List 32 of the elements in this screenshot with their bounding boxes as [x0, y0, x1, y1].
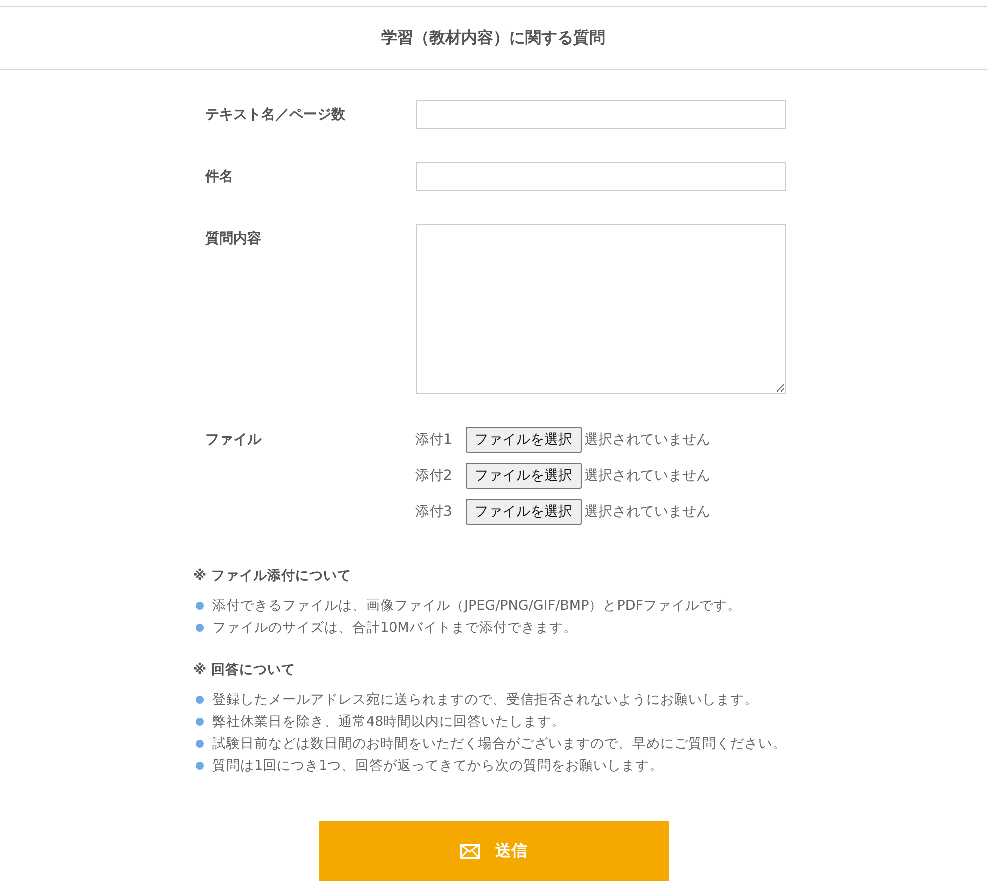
file-status: 選択されていません — [584, 467, 710, 485]
bullet-icon — [196, 602, 204, 610]
bullet-icon — [196, 718, 204, 726]
notes-heading: ※ 回答について — [194, 661, 296, 679]
bullet-icon — [196, 696, 204, 704]
note-text: 添付できるファイルは、画像ファイル（JPEG/PNG/GIF/BMP）とPDFファイルです。 — [212, 597, 742, 616]
note-text: ファイルのサイズは、合計10Mバイトまで添付できます。 — [212, 619, 578, 638]
file-status: 選択されていません — [584, 503, 710, 521]
field-label: ファイル — [206, 431, 262, 449]
choose-file-button[interactable]: ファイルを選択 — [466, 499, 582, 525]
field-label: 質問内容 — [206, 230, 262, 248]
choose-file-button[interactable]: ファイルを選択 — [466, 427, 582, 453]
mail-icon — [460, 844, 480, 858]
notes-heading: ※ ファイル添付について — [194, 567, 352, 585]
form-title: 学習（教材内容）に関する質問 — [382, 28, 606, 48]
attachment-label: 添付1 — [416, 432, 452, 448]
bullet-icon — [196, 762, 204, 770]
bullet-icon — [196, 740, 204, 748]
note-text: 弊社休業日を除き、通常48時間以内に回答いたします。 — [212, 713, 566, 732]
attachment-label: 添付2 — [416, 468, 452, 484]
input-field[interactable] — [416, 162, 786, 191]
input-field[interactable] — [416, 100, 786, 129]
text-area[interactable] — [416, 224, 786, 394]
note-text: 質問は1回につき1つ、回答が返ってきてから次の質問をお願いします。 — [212, 757, 664, 776]
bullet-icon — [196, 624, 204, 632]
note-text: 試験日前などは数日間のお時間をいただく場合がございますので、早めにご質問ください。 — [212, 735, 786, 754]
choose-file-button[interactable]: ファイルを選択 — [466, 463, 582, 489]
attachment-label: 添付3 — [416, 504, 452, 520]
field-label: テキスト名／ページ数 — [206, 106, 346, 124]
field-label: 件名 — [206, 168, 234, 186]
file-status: 選択されていません — [584, 431, 710, 449]
note-text: 登録したメールアドレス宛に送られますので、受信拒否されないようにお願いします。 — [212, 691, 758, 710]
